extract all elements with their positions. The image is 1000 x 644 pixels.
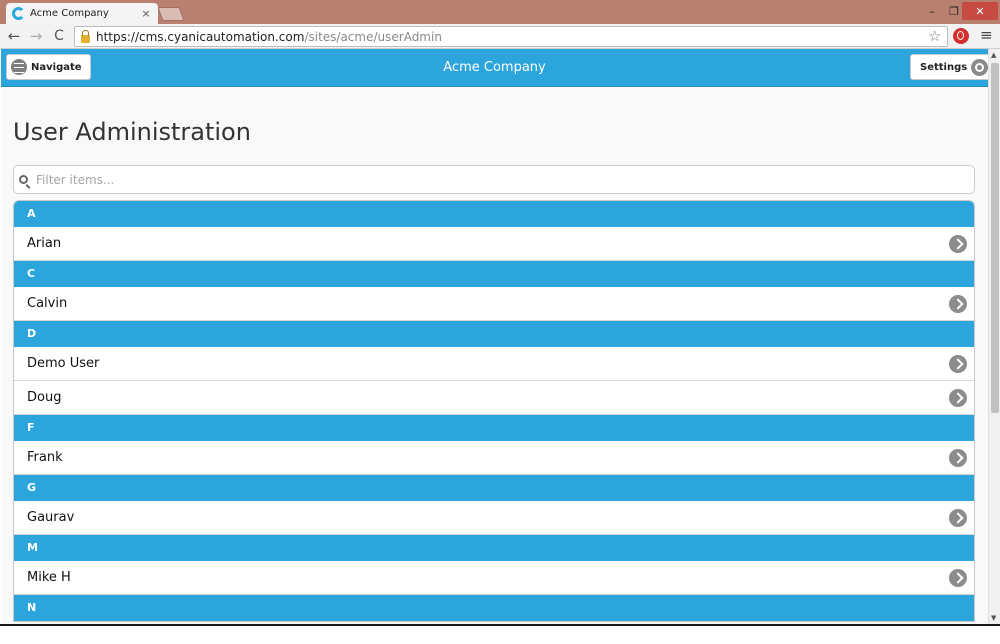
browser-menu-icon[interactable]: ≡ — [980, 26, 993, 44]
app-header: Acme Company Navigate Settings — [1, 49, 993, 87]
extension-icon[interactable] — [953, 28, 969, 44]
list-item[interactable]: Gaurav — [14, 501, 974, 535]
url-host: https://cms.cyanicautomation.com — [96, 29, 305, 44]
app-title: Acme Company — [443, 60, 546, 75]
lock-icon — [81, 29, 90, 43]
new-tab-button[interactable] — [157, 7, 185, 21]
window-bottom-edge — [0, 624, 1000, 644]
list-item-label: Calvin — [27, 296, 68, 311]
chevron-right-icon — [949, 569, 967, 587]
forward-arrow-icon[interactable]: → — [27, 27, 45, 45]
window-close-button[interactable]: ✕ — [962, 2, 998, 20]
navigate-label: Navigate — [31, 61, 82, 73]
settings-label: Settings — [920, 61, 968, 73]
list-item-label: Arian — [27, 236, 62, 251]
reload-icon[interactable]: C — [50, 27, 68, 45]
window-minimize-button[interactable]: – — [920, 2, 944, 20]
page-title: User Administration — [13, 118, 251, 146]
list-divider: A — [14, 201, 974, 227]
navigate-button[interactable]: Navigate — [6, 54, 91, 80]
filter-box[interactable] — [13, 165, 975, 194]
list-item-label: Mike H — [27, 570, 71, 585]
scroll-up-icon[interactable]: ▲ — [991, 51, 996, 59]
bookmark-star-icon[interactable]: ☆ — [928, 27, 941, 45]
scroll-thumb[interactable] — [991, 63, 999, 413]
browser-tab[interactable]: Acme Company × — [6, 3, 158, 24]
tab-title: Acme Company — [30, 8, 109, 19]
gear-icon — [971, 58, 989, 76]
search-icon — [19, 175, 28, 184]
chevron-right-icon — [949, 449, 967, 467]
list-item[interactable]: Frank — [14, 441, 974, 475]
list-item-label: Demo User — [27, 356, 100, 371]
chevron-right-icon — [949, 295, 967, 313]
list-divider: M — [14, 535, 974, 561]
chevron-right-icon — [949, 235, 967, 253]
browser-titlebar: Acme Company × – ❐ ✕ — [0, 0, 1000, 24]
list-item[interactable]: Calvin — [14, 287, 974, 321]
chevron-right-icon — [949, 389, 967, 407]
user-list: A Arian C Calvin D Demo User Doug F Frank G Gaurav… — [13, 200, 975, 622]
list-divider: C — [14, 261, 974, 287]
list-item-label: Doug — [27, 390, 62, 405]
list-divider: G — [14, 475, 974, 501]
chevron-right-icon — [949, 355, 967, 373]
main-content: User Administration A Arian C Calvin D Demo U… — [1, 88, 988, 624]
list-item-label: Frank — [27, 450, 63, 465]
address-bar[interactable]: https://cms.cyanicautomation.com/sites/a… — [74, 26, 948, 47]
page-scrollbar[interactable]: ▲ ▼ — [988, 49, 1000, 626]
cyanic-logo-icon — [12, 7, 25, 20]
settings-button[interactable]: Settings — [910, 54, 993, 80]
list-item[interactable]: Doug — [14, 381, 974, 415]
list-divider: F — [14, 415, 974, 441]
url-path: /sites/acme/userAdmin — [304, 29, 442, 44]
filter-input[interactable] — [36, 172, 936, 187]
tab-close-icon[interactable]: × — [140, 7, 152, 20]
list-divider: N — [14, 595, 974, 621]
list-divider: D — [14, 321, 974, 347]
chevron-right-icon — [949, 509, 967, 527]
hamburger-icon — [11, 59, 27, 75]
back-arrow-icon[interactable]: ← — [5, 27, 23, 45]
list-item-label: Gaurav — [27, 510, 75, 525]
list-item[interactable]: Demo User — [14, 347, 974, 381]
list-item[interactable]: Mike H — [14, 561, 974, 595]
list-item[interactable]: Arian — [14, 227, 974, 261]
scroll-down-icon[interactable]: ▼ — [991, 614, 996, 622]
browser-toolbar: ← → C https://cms.cyanicautomation.com/s… — [0, 24, 1000, 49]
